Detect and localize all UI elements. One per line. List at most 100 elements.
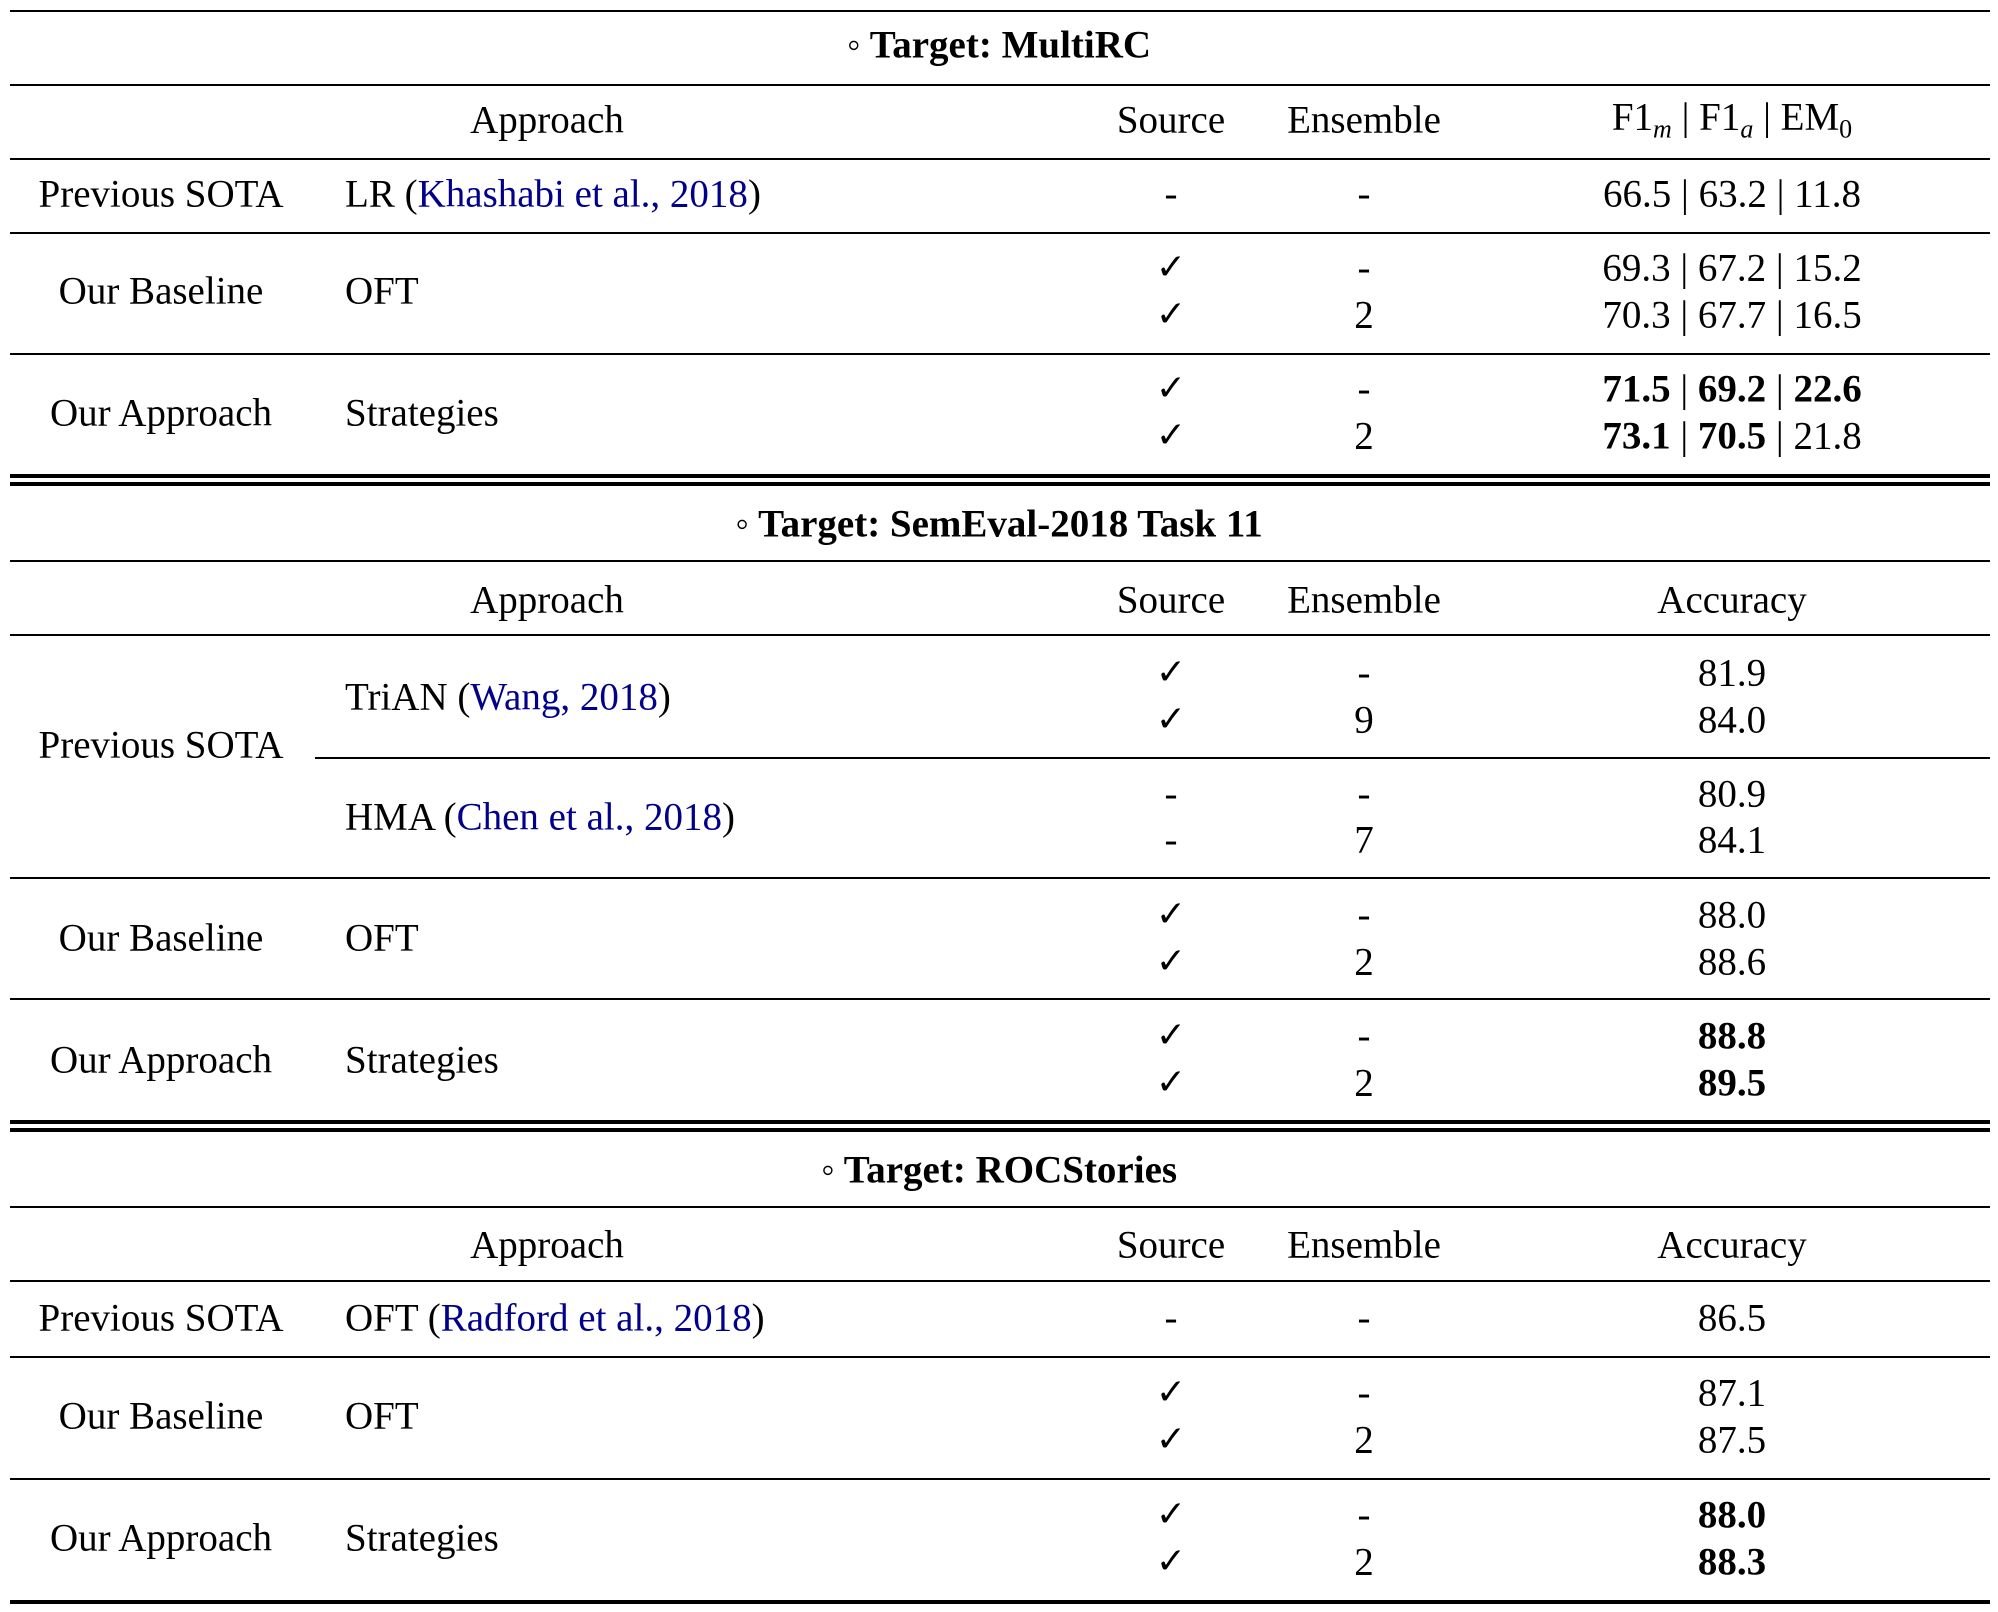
header-ensemble: Ensemble bbox=[1287, 1223, 1441, 1267]
table-rule bbox=[10, 634, 1990, 636]
ensemble-cell: 2 bbox=[1354, 414, 1374, 458]
table-rule bbox=[10, 84, 1990, 86]
metric-name: F1 bbox=[1699, 95, 1741, 139]
check-icon: ✓ bbox=[1155, 1015, 1187, 1056]
ensemble-cell: 2 bbox=[1354, 1061, 1374, 1105]
paren: ( bbox=[447, 675, 471, 719]
ensemble-cell: 7 bbox=[1354, 818, 1374, 862]
method-name: TriAN bbox=[345, 675, 448, 719]
method-name: OFT bbox=[345, 916, 419, 960]
ensemble-cell: 2 bbox=[1354, 1540, 1374, 1584]
table-rule bbox=[10, 158, 1990, 160]
metric-value: 67.2 bbox=[1697, 246, 1767, 290]
check-icon: ✓ bbox=[1155, 1062, 1187, 1103]
header-approach: Approach bbox=[470, 1223, 624, 1267]
paren: ( bbox=[417, 1296, 441, 1340]
method-cell: OFT bbox=[345, 1397, 419, 1436]
ensemble-cell: 2 bbox=[1354, 1418, 1374, 1462]
metric-value: 71.5 bbox=[1602, 367, 1671, 411]
group-label: Previous SOTA bbox=[38, 172, 284, 216]
table-rule bbox=[10, 1478, 1990, 1480]
separator: | bbox=[1766, 414, 1794, 458]
metric-value: 73.1 bbox=[1602, 414, 1671, 458]
metric-cell: 66.5 | 63.2 | 11.8 bbox=[1603, 175, 1861, 214]
table-rule bbox=[10, 1356, 1990, 1358]
citation-link: Chen et al., 2018 bbox=[456, 795, 722, 839]
source-cell: - bbox=[1164, 772, 1178, 816]
check-icon: ✓ bbox=[1155, 247, 1187, 288]
check-icon: ✓ bbox=[1155, 941, 1187, 982]
separator: | bbox=[1670, 293, 1698, 337]
paren: ) bbox=[657, 675, 671, 719]
metric-cell: 70.3 | 67.7 | 16.5 bbox=[1602, 296, 1861, 335]
metric-value: 63.2 bbox=[1698, 172, 1767, 216]
ensemble-cell: 2 bbox=[1354, 293, 1374, 337]
section-title: ◦ Target: ROCStories bbox=[820, 1148, 1178, 1192]
check-icon: ✓ bbox=[1155, 415, 1187, 456]
paren: ) bbox=[751, 1296, 765, 1340]
check-icon: ✓ bbox=[1155, 294, 1187, 335]
metric-cell: 88.8 bbox=[1697, 1014, 1767, 1058]
header-metric: Accuracy bbox=[1657, 1223, 1807, 1267]
citation-link: Wang, 2018 bbox=[470, 675, 658, 719]
ensemble-cell: - bbox=[1357, 1371, 1371, 1415]
method-cell: TriAN (Wang, 2018) bbox=[345, 678, 671, 717]
metric-subscript: a bbox=[1740, 114, 1754, 144]
header-ensemble: Ensemble bbox=[1287, 578, 1441, 622]
table-rule bbox=[10, 1280, 1990, 1282]
metric-cell: 71.5 | 69.2 | 22.6 bbox=[1602, 370, 1861, 409]
separator: | bbox=[1670, 414, 1698, 458]
method-cell: OFT bbox=[345, 919, 419, 958]
metric-value: 69.2 bbox=[1697, 367, 1767, 411]
ensemble-cell: 2 bbox=[1354, 940, 1374, 984]
table-rule bbox=[315, 757, 1990, 759]
paren: ( bbox=[433, 795, 457, 839]
ensemble-cell: 9 bbox=[1354, 698, 1374, 742]
paren: ) bbox=[721, 795, 735, 839]
metric-cell: 88.0 bbox=[1697, 893, 1767, 937]
method-name: OFT bbox=[345, 1296, 418, 1340]
citation-link: Khashabi et al., 2018 bbox=[417, 172, 748, 216]
table-rule bbox=[10, 877, 1990, 879]
method-name: OFT bbox=[345, 1394, 419, 1438]
method-name: Strategies bbox=[345, 391, 499, 435]
metric-value: 11.8 bbox=[1794, 172, 1861, 216]
source-cell: - bbox=[1164, 172, 1178, 216]
paren: ( bbox=[394, 172, 418, 216]
metric-cell: 84.1 bbox=[1697, 818, 1767, 862]
method-name: LR bbox=[345, 172, 395, 216]
header-approach: Approach bbox=[470, 98, 624, 142]
metric-value: 22.6 bbox=[1793, 367, 1862, 411]
group-label: Previous SOTA bbox=[38, 1296, 284, 1340]
separator: | bbox=[1671, 95, 1700, 139]
metric-value: 16.5 bbox=[1793, 293, 1862, 337]
ensemble-cell: - bbox=[1357, 1296, 1371, 1340]
metric-cell: 84.0 bbox=[1697, 698, 1767, 742]
check-icon: ✓ bbox=[1155, 699, 1187, 740]
metric-cell: 69.3 | 67.2 | 15.2 bbox=[1602, 249, 1861, 288]
section-title: ◦ Target: SemEval-2018 Task 11 bbox=[735, 502, 1263, 546]
check-icon: ✓ bbox=[1155, 368, 1187, 409]
table-rule bbox=[10, 1206, 1990, 1208]
table-rule bbox=[10, 1128, 1990, 1132]
separator: | bbox=[1670, 246, 1698, 290]
ensemble-cell: - bbox=[1357, 246, 1371, 290]
source-cell: - bbox=[1164, 818, 1178, 862]
method-name: HMA bbox=[345, 795, 434, 839]
ensemble-cell: - bbox=[1357, 893, 1371, 937]
table-rule bbox=[10, 232, 1990, 234]
group-label: Our Approach bbox=[49, 1038, 273, 1082]
header-metric: Accuracy bbox=[1657, 578, 1807, 622]
results-table: ◦ Target: MultiRC Approach Source Ensemble F… bbox=[0, 0, 1998, 1612]
method-name: Strategies bbox=[345, 1038, 499, 1082]
separator: | bbox=[1766, 293, 1794, 337]
group-label: Our Approach bbox=[49, 391, 273, 435]
table-rule bbox=[10, 482, 1990, 486]
header-ensemble: Ensemble bbox=[1287, 98, 1441, 142]
metric-cell: 86.5 bbox=[1697, 1296, 1767, 1340]
separator: | bbox=[1766, 367, 1794, 411]
table-rule bbox=[10, 560, 1990, 562]
check-icon: ✓ bbox=[1155, 1419, 1187, 1460]
metric-value: 69.3 bbox=[1602, 246, 1671, 290]
header-approach: Approach bbox=[470, 578, 624, 622]
